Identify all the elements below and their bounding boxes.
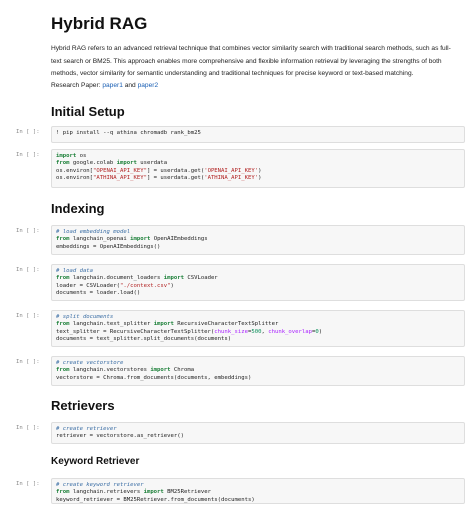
code-line: loader = CSVLoader("./context.csv") bbox=[56, 282, 174, 289]
code-line: embeddings = OpenAIEmbeddings() bbox=[56, 243, 161, 250]
code-line: from langchain_openai import OpenAIEmbed… bbox=[56, 236, 208, 243]
code-cell-keyword-retriever[interactable]: # create keyword retriever from langchai… bbox=[51, 478, 465, 504]
paper1-link[interactable]: paper1 bbox=[102, 82, 123, 89]
code-line: # create keyword retriever bbox=[56, 482, 144, 488]
cell-prompt: In [ ]: bbox=[16, 228, 40, 234]
code-cell-retriever[interactable]: # create retriever retriever = vectorsto… bbox=[51, 422, 465, 444]
code-cell-load-data[interactable]: # load data from langchain.document_load… bbox=[51, 264, 465, 301]
code-line: from langchain.vectorstores import Chrom… bbox=[56, 367, 195, 374]
cell-prompt: In [ ]: bbox=[16, 425, 40, 431]
code-cell-env[interactable]: import os from google.colab import userd… bbox=[51, 149, 465, 188]
code-line: os.environ["OPENAI_API_KEY"] = userdata.… bbox=[56, 167, 262, 174]
code-cell-vectorstore[interactable]: # create vectorstore from langchain.vect… bbox=[51, 356, 465, 386]
code-line: vectorstore = Chroma.from_documents(docu… bbox=[56, 374, 252, 381]
code-cell-install[interactable]: ! pip install --q athina chromadb rank_b… bbox=[51, 126, 465, 143]
paper2-link[interactable]: paper2 bbox=[138, 82, 159, 89]
research-paper-line: Research Paper: paper1 and paper2 bbox=[51, 82, 158, 89]
intro-paragraph: Hybrid RAG refers to an advanced retriev… bbox=[51, 45, 451, 77]
code-line: retriever = vectorstore.as_retriever() bbox=[56, 433, 184, 440]
heading-indexing: Indexing bbox=[51, 201, 105, 216]
cell-prompt: In [ ]: bbox=[16, 152, 40, 158]
code-line: from google.colab import userdata bbox=[56, 160, 168, 167]
cell-prompt: In [ ]: bbox=[16, 313, 40, 319]
heading-retrievers: Retrievers bbox=[51, 398, 115, 413]
code-line: from langchain.document_loaders import C… bbox=[56, 275, 218, 282]
and-word: and bbox=[124, 82, 136, 89]
notebook-page: Hybrid RAG Hybrid RAG refers to an advan… bbox=[0, 0, 474, 505]
code-line: # create retriever bbox=[56, 426, 117, 432]
cell-prompt: In [ ]: bbox=[16, 481, 40, 487]
code-line: from langchain.text_splitter import Recu… bbox=[56, 321, 279, 328]
cell-prompt: In [ ]: bbox=[16, 359, 40, 365]
code-line: documents = loader.load() bbox=[56, 290, 141, 297]
code-line: # load data bbox=[56, 268, 94, 274]
cell-prompt: In [ ]: bbox=[16, 267, 40, 273]
code-line: os.environ["ATHINA_API_KEY"] = userdata.… bbox=[56, 175, 262, 182]
heading-keyword-retriever: Keyword Retriever bbox=[51, 456, 140, 467]
code-line: # create vectorstore bbox=[56, 360, 124, 366]
code-cell-embeddings[interactable]: # load embedding model from langchain_op… bbox=[51, 225, 465, 255]
code-cell-split[interactable]: # split documents from langchain.text_sp… bbox=[51, 310, 465, 347]
code-line: text_splitter = RecursiveCharacterTextSp… bbox=[56, 328, 323, 335]
code-line: ! pip install --q athina chromadb rank_b… bbox=[56, 130, 201, 136]
notebook-title: Hybrid RAG bbox=[51, 14, 148, 33]
code-line: documents = text_splitter.split_document… bbox=[56, 336, 232, 343]
heading-initial-setup: Initial Setup bbox=[51, 104, 125, 119]
code-line: from langchain.retrievers import BM25Ret… bbox=[56, 489, 211, 496]
code-line: import os bbox=[56, 153, 87, 159]
research-paper-prefix: Research Paper: bbox=[51, 82, 101, 89]
code-line: # load embedding model bbox=[56, 229, 131, 235]
code-line: # split documents bbox=[56, 314, 114, 320]
code-line: keyword_retriever = BM25Retriever.from_d… bbox=[56, 496, 255, 503]
cell-prompt: In [ ]: bbox=[16, 129, 40, 135]
